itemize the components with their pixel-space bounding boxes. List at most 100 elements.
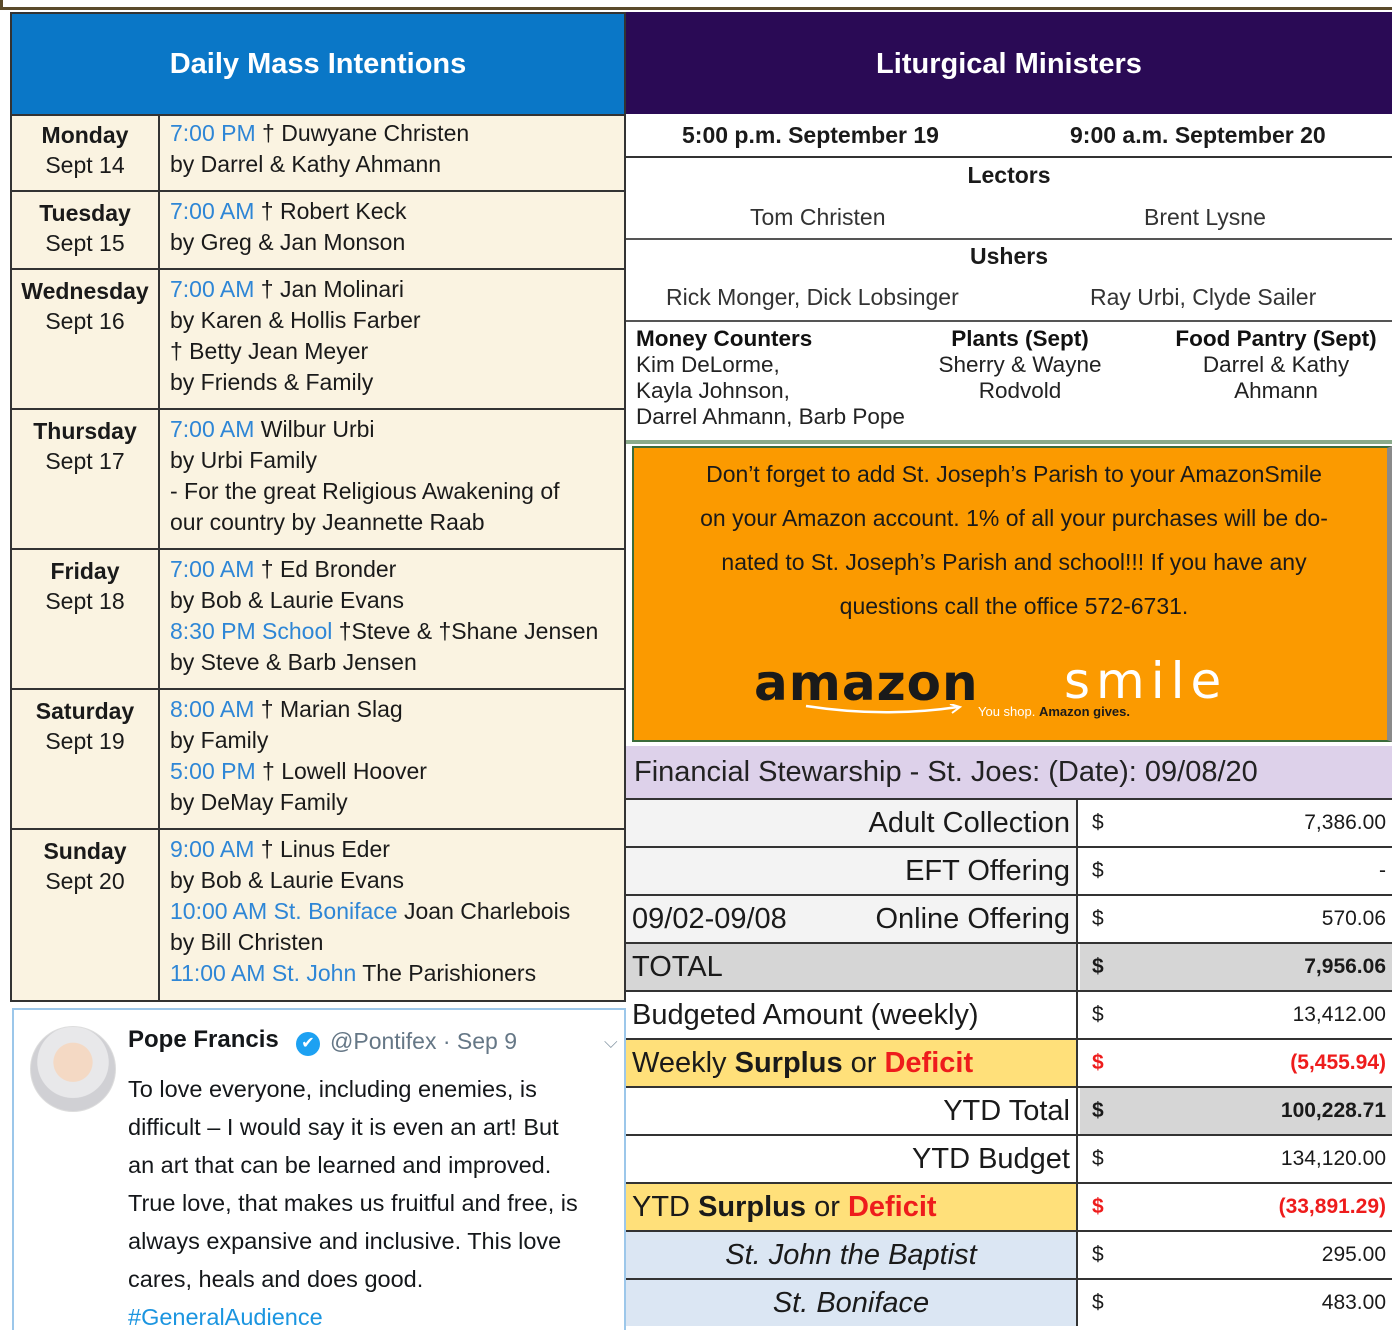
finance-amount: 483.00 xyxy=(1321,1291,1386,1314)
tweet-text-line: an art that can be learned and improved. xyxy=(128,1152,552,1178)
mass-time: 7:00 PM xyxy=(170,120,256,146)
mass-time: 7:00 AM xyxy=(170,276,255,302)
currency-symbol: $ xyxy=(1092,955,1104,978)
divider xyxy=(626,238,1392,240)
mass-intention-text: † Robert Keck xyxy=(254,198,407,224)
mass-intention-text: - For the great Religious Awakening of xyxy=(170,478,560,504)
chevron-down-icon[interactable]: ⌵ xyxy=(604,1032,618,1053)
mass-time: 7:00 AM xyxy=(170,416,255,442)
ushers-sunday: Ray Urbi, Clyde Sailer xyxy=(1090,284,1317,310)
mass-intentions-table: Daily Mass Intentions Monday Sept 14 7:00 … xyxy=(10,12,626,1002)
currency-symbol: $ xyxy=(1092,907,1104,930)
day-name: Friday xyxy=(50,558,120,584)
mass-intention-text: by Friends & Family xyxy=(170,369,374,395)
currency-symbol: $ xyxy=(1092,1003,1104,1026)
mass-intention-text: by Bob & Laurie Evans xyxy=(170,867,404,893)
mass-intention-text: Joan Charlebois xyxy=(397,898,571,924)
mass-intention-line: 7:00 AM Wilbur Urbi xyxy=(170,414,622,445)
day-date: Sept 15 xyxy=(45,230,125,256)
mass-day-label: Monday Sept 14 xyxy=(12,114,160,190)
mass-intention-text: † Ed Bronder xyxy=(254,556,397,582)
mass-intention-text: by Darrel & Kathy Ahmann xyxy=(170,151,442,177)
mass-intention-text: by Urbi Family xyxy=(170,447,317,473)
mass-intention-line: 9:00 AM † Linus Eder xyxy=(170,834,622,865)
mass-intention-text: † Linus Eder xyxy=(254,836,390,862)
avatar[interactable] xyxy=(30,1026,116,1112)
mass-time-sunday: 9:00 a.m. September 20 xyxy=(1070,122,1326,148)
plants-heading: Plants (Sept) xyxy=(951,326,1089,351)
mass-intention-text: by Steve & Barb Jensen xyxy=(170,649,417,675)
mass-time-saturday: 5:00 p.m. September 19 xyxy=(682,122,939,148)
mass-day-label: Saturday Sept 19 xyxy=(12,690,160,828)
smile-arrow-icon xyxy=(805,704,963,714)
mass-intention-text: by Greg & Jan Monson xyxy=(170,229,406,255)
lectors-names: Tom Christen Brent Lysne xyxy=(626,200,1392,240)
finance-row-ytd-total: YTD Total $100,228.71 xyxy=(626,1086,1392,1134)
mass-day-label: Sunday Sept 20 xyxy=(12,830,160,1000)
finance-label-part: or xyxy=(842,1047,885,1079)
finance-row-total: TOTAL $7,956.06 xyxy=(626,942,1392,990)
mass-intention-line: 7:00 AM † Robert Keck xyxy=(170,196,622,227)
mass-intention-text: Wilbur Urbi xyxy=(254,416,375,442)
finance-label: 09/02-09/08 Online Offering xyxy=(626,896,1078,942)
mass-intention-line: by DeMay Family xyxy=(170,787,622,818)
day-date: Sept 17 xyxy=(45,448,125,474)
finance-row-john: St. John the Baptist $295.00 xyxy=(626,1230,1392,1278)
mass-intention-text: † Marian Slag xyxy=(254,696,403,722)
finance-label: TOTAL xyxy=(626,944,1078,990)
finance-label: St. Boniface xyxy=(626,1280,1078,1326)
currency-symbol: $ xyxy=(1092,1147,1104,1170)
mass-day-row: Saturday Sept 19 8:00 AM † Marian Slag by F… xyxy=(12,690,624,830)
day-date: Sept 19 xyxy=(45,728,125,754)
mass-intention-line: 11:00 AM St. John The Parishioners xyxy=(170,958,622,989)
currency-symbol: $ xyxy=(1092,1099,1104,1122)
mass-intention-text: † Lowell Hoover xyxy=(255,758,427,784)
finance-label-part: Deficit xyxy=(847,1191,937,1223)
mass-intention-line: 5:00 PM † Lowell Hoover xyxy=(170,756,622,787)
mass-intention-line: by Bob & Laurie Evans xyxy=(170,585,622,616)
tweet-author-name[interactable]: Pope Francis xyxy=(128,1026,279,1054)
tweet-card[interactable]: Pope Francis ✔ @Pontifex · Sep 9 ⌵ To lo… xyxy=(12,1008,626,1330)
verified-badge-icon: ✔ xyxy=(296,1032,320,1056)
mass-intentions-list: 7:00 AM Wilbur Urbi by Urbi Family - For t… xyxy=(170,414,622,538)
mass-time: 11:00 AM St. John xyxy=(170,960,357,986)
mass-intention-line: by Steve & Barb Jensen xyxy=(170,647,622,678)
mass-intention-line: 7:00 AM † Ed Bronder xyxy=(170,554,622,585)
divider xyxy=(626,320,1392,322)
currency-symbol: $ xyxy=(1092,1243,1104,1266)
food-pantry: Food Pantry (Sept) Darrel & Kathy Ahmann xyxy=(1160,326,1392,404)
mass-day-row: Monday Sept 14 7:00 PM † Duwyane Christen b… xyxy=(12,114,624,192)
top-border xyxy=(0,0,1392,10)
finance-label: Weekly Surplus or Deficit xyxy=(626,1040,1078,1086)
mass-day-label: Thursday Sept 17 xyxy=(12,410,160,548)
day-name: Saturday xyxy=(35,698,135,724)
mass-day-row: Wednesday Sept 16 7:00 AM † Jan Molinari by… xyxy=(12,270,624,410)
money-counters: Money Counters Kim DeLorme, Kayla Johnso… xyxy=(636,326,905,429)
currency-symbol: $ xyxy=(1092,1051,1104,1074)
currency-symbol: $ xyxy=(1092,1195,1104,1218)
tweet-hashtag-link[interactable]: #GeneralAudience xyxy=(128,1298,620,1336)
mass-day-label: Friday Sept 18 xyxy=(12,550,160,688)
currency-symbol: $ xyxy=(1092,811,1104,834)
amazon-smile-logo[interactable]: amazon smile You shop. Amazon gives. xyxy=(754,652,1314,720)
day-name: Thursday xyxy=(33,418,137,444)
finance-row-eft: EFT Offering $ - xyxy=(626,846,1392,894)
food-pantry-heading: Food Pantry (Sept) xyxy=(1175,326,1377,351)
mass-intention-text: by Bill Christen xyxy=(170,929,324,955)
mass-time: 5:00 PM xyxy=(170,758,256,784)
mass-day-row: Thursday Sept 17 7:00 AM Wilbur Urbi by Urb… xyxy=(12,410,624,550)
mass-intention-line: - For the great Religious Awakening of xyxy=(170,476,622,507)
tweet-handle[interactable]: @Pontifex · Sep 9 xyxy=(330,1028,517,1055)
mass-time: 10:00 AM St. Boniface xyxy=(170,898,398,924)
mass-intention-line: by Karen & Hollis Farber xyxy=(170,305,622,336)
day-date: Sept 16 xyxy=(45,308,125,334)
day-date: Sept 14 xyxy=(45,152,125,178)
mass-intention-text: by Family xyxy=(170,727,269,753)
mass-intention-line: by Darrel & Kathy Ahmann xyxy=(170,149,622,180)
finance-date-range: 09/02-09/08 xyxy=(632,903,787,935)
finance-amount: (33,891.29) xyxy=(1278,1195,1386,1218)
mass-intentions-list: 7:00 AM † Robert Keck by Greg & Jan Monso… xyxy=(170,196,622,258)
finance-amount: 13,412.00 xyxy=(1292,1003,1386,1026)
finance-label: YTD Budget xyxy=(626,1136,1078,1182)
tweet-text-line: cares, heals and does good. xyxy=(128,1266,424,1292)
